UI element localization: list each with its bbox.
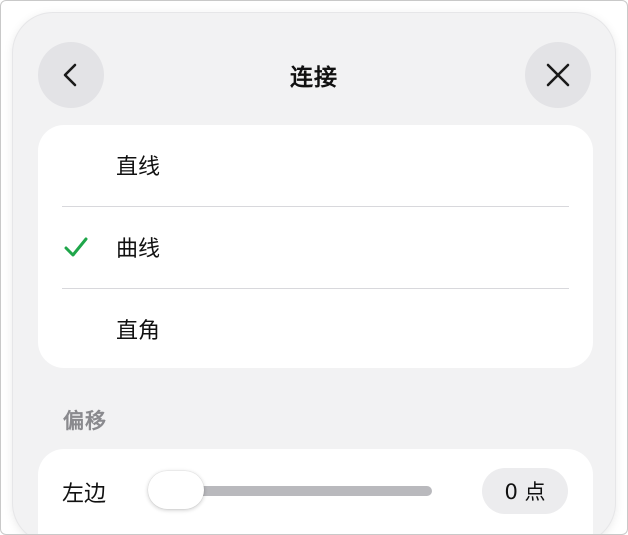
option-straight-line[interactable]: 直线 xyxy=(38,125,593,206)
checkmark-icon xyxy=(64,237,88,257)
offset-side-label: 左边 xyxy=(62,482,107,507)
connection-type-list: 直线 曲线 直角 xyxy=(38,125,593,368)
option-curve[interactable]: 曲线 xyxy=(38,207,593,288)
offset-value-text: 0 点 xyxy=(504,480,546,504)
window-frame: 连接 直线 曲线 直角 偏移 左边 0 点 xyxy=(0,0,628,535)
connection-popover: 连接 直线 曲线 直角 偏移 左边 0 点 xyxy=(13,13,615,534)
offset-section-title: 偏移 xyxy=(63,409,107,433)
option-right-angle[interactable]: 直角 xyxy=(38,289,593,368)
option-label: 直角 xyxy=(116,319,161,344)
offset-value-field[interactable]: 0 点 xyxy=(482,468,568,514)
close-icon xyxy=(546,63,570,87)
option-label: 直线 xyxy=(116,155,161,180)
offset-card: 左边 0 点 xyxy=(38,449,593,534)
offset-slider-thumb[interactable] xyxy=(148,471,204,509)
option-label: 曲线 xyxy=(116,237,161,262)
close-button[interactable] xyxy=(525,42,591,108)
